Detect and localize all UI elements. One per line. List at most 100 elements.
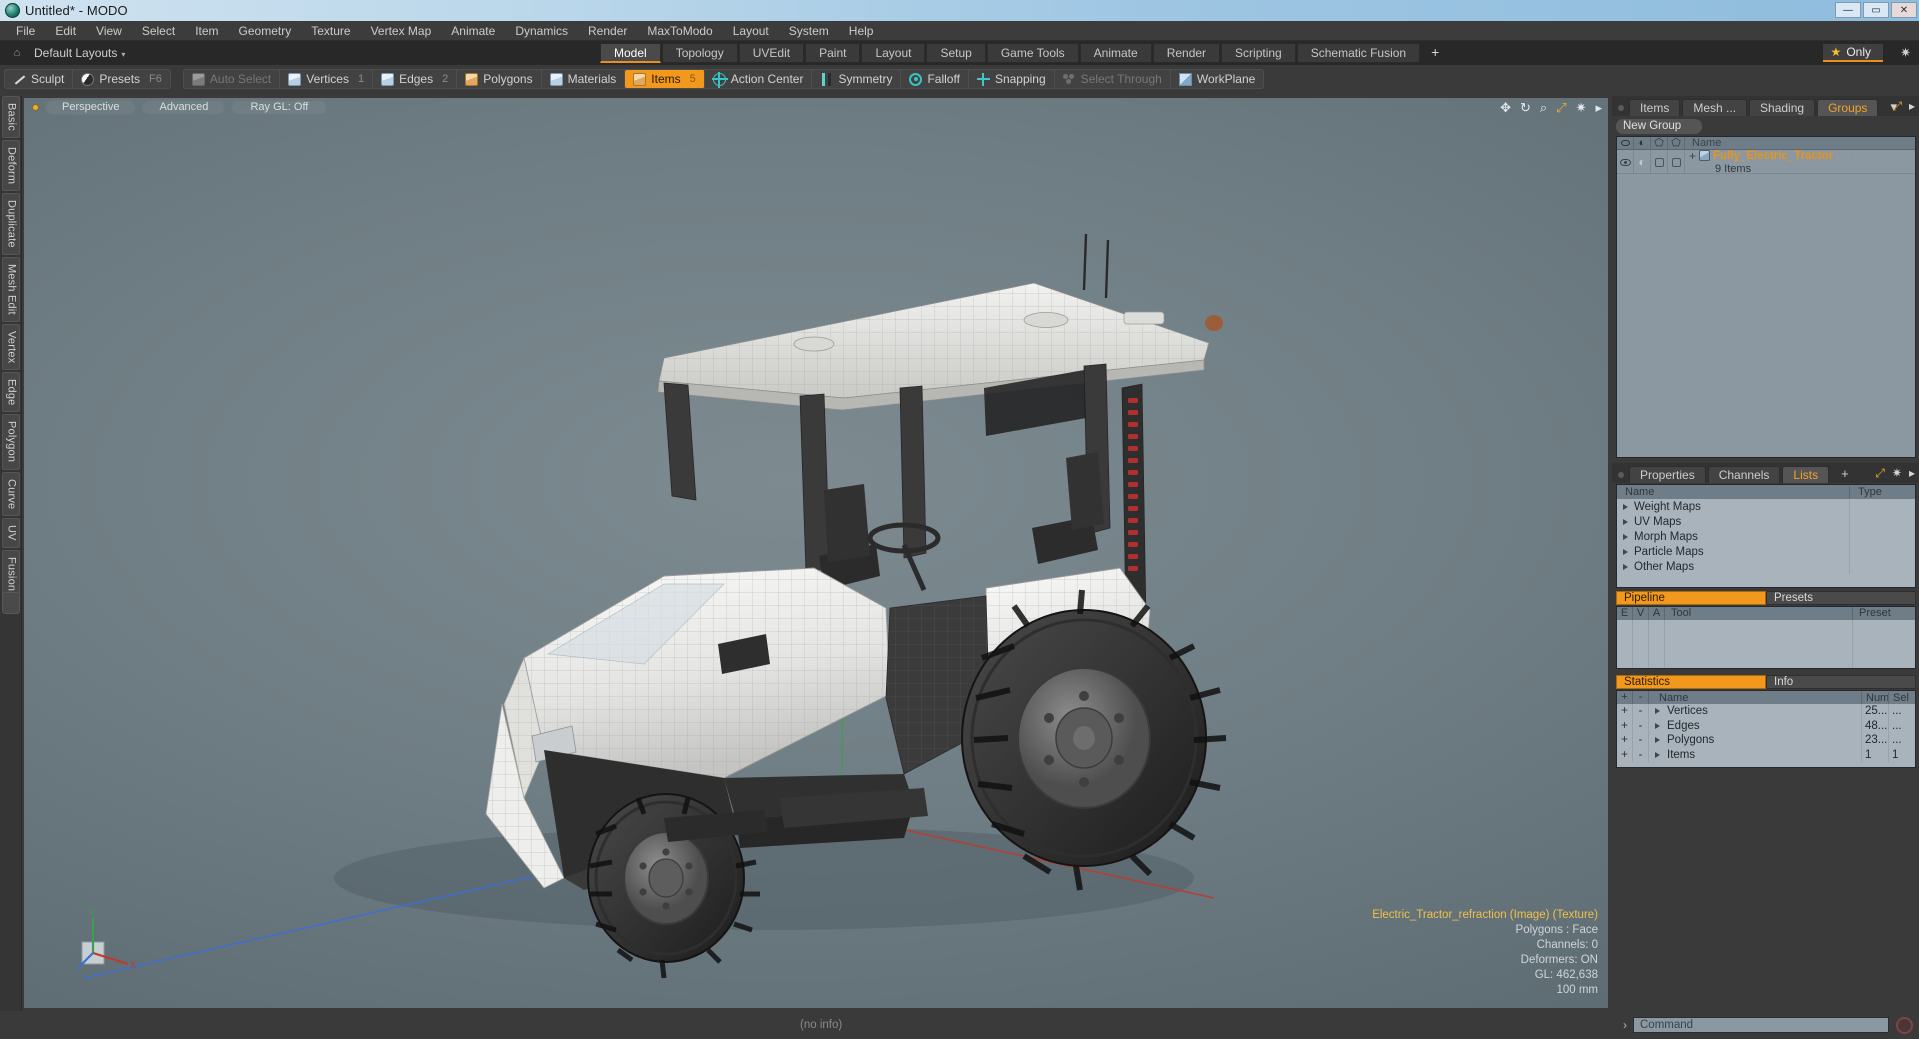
statistics-grid[interactable]: + - Name Num Sel + - Vertices 25...... + - Edg… xyxy=(1616,690,1916,768)
panel-tab-channels[interactable]: Channels xyxy=(1707,466,1781,483)
3d-viewport[interactable]: Perspective Advanced Ray GL: Off ✥ ↻ ⌕ ⤢… xyxy=(24,98,1608,1008)
left-tab-vertex[interactable]: Vertex xyxy=(1,323,20,370)
mode-button-select-through[interactable]: Select Through xyxy=(1055,70,1171,88)
menu-item-view[interactable]: View xyxy=(86,21,132,41)
table-row[interactable]: + - Vertices 25...... xyxy=(1617,704,1915,719)
layout-tab-scripting[interactable]: Scripting xyxy=(1221,43,1296,63)
row-render-toggle[interactable]: ◐ xyxy=(1634,150,1651,174)
group-name[interactable]: Fully_Electric_Tractor xyxy=(1713,150,1833,162)
row-shade-toggle[interactable] xyxy=(1651,150,1668,174)
section-tab-statistics[interactable]: Statistics xyxy=(1616,675,1766,689)
stats-remove-button[interactable]: - xyxy=(1633,733,1649,748)
panel-menu-dot-icon[interactable] xyxy=(1618,105,1624,111)
menu-item-texture[interactable]: Texture xyxy=(301,21,360,41)
expander-triangle-icon[interactable] xyxy=(1655,708,1660,715)
menu-item-item[interactable]: Item xyxy=(185,21,228,41)
layout-tab-animate[interactable]: Animate xyxy=(1079,43,1152,63)
gear-icon[interactable]: ✷ xyxy=(1892,466,1902,481)
layout-tab-setup[interactable]: Setup xyxy=(926,43,986,63)
gear-icon[interactable]: ✷ xyxy=(1576,100,1587,116)
left-tab-mesh-edit[interactable]: Mesh Edit xyxy=(1,256,20,322)
mode-button-symmetry[interactable]: Symmetry xyxy=(812,70,902,88)
left-tab-edge[interactable]: Edge xyxy=(1,371,20,413)
panel-tab-shading[interactable]: Shading xyxy=(1749,99,1816,116)
stats-add-button[interactable]: + xyxy=(1617,747,1633,762)
panel-tab-groups[interactable]: Groups xyxy=(1817,99,1879,116)
stats-add-button[interactable]: + xyxy=(1617,718,1633,733)
menu-item-edit[interactable]: Edit xyxy=(45,21,86,41)
move-icon[interactable]: ✥ xyxy=(1500,100,1511,116)
expander-triangle-icon[interactable] xyxy=(1655,737,1660,744)
list-item[interactable]: Particle Maps xyxy=(1617,544,1915,559)
menu-item-dynamics[interactable]: Dynamics xyxy=(505,21,578,41)
expander-triangle-icon[interactable] xyxy=(1623,533,1628,540)
menu-item-system[interactable]: System xyxy=(779,21,839,41)
expander-triangle-icon[interactable] xyxy=(1655,722,1660,729)
lists-grid[interactable]: Name Type Weight Maps UV Maps Morph Maps Pa… xyxy=(1616,484,1916,588)
list-item[interactable]: Other Maps xyxy=(1617,559,1915,574)
layout-tab-paint[interactable]: Paint xyxy=(805,43,861,63)
rotate-icon[interactable]: ↻ xyxy=(1520,100,1531,116)
new-group-button[interactable]: New Group xyxy=(1616,119,1702,134)
command-input[interactable]: Command xyxy=(1633,1017,1889,1033)
left-tab-fusion[interactable]: Fusion xyxy=(1,549,20,598)
stats-add-button[interactable]: + xyxy=(1617,733,1633,748)
menu-item-vertex-map[interactable]: Vertex Map xyxy=(361,21,442,41)
menu-item-geometry[interactable]: Geometry xyxy=(229,21,302,41)
expander-triangle-icon[interactable] xyxy=(1655,751,1660,758)
panel-tab-properties[interactable]: Properties xyxy=(1629,466,1706,483)
left-strip-extra-button[interactable] xyxy=(2,592,20,614)
panel-tab-items[interactable]: Items xyxy=(1629,99,1681,116)
mode-button-vertices[interactable]: Vertices 1 xyxy=(280,70,374,88)
menu-item-maxtomodo[interactable]: MaxToModo xyxy=(637,21,722,41)
table-row[interactable]: + - Items 1 1 xyxy=(1617,747,1915,762)
section-tab-info[interactable]: Info xyxy=(1766,675,1916,689)
expander-triangle-icon[interactable] xyxy=(1623,518,1628,525)
row-visibility-toggle[interactable] xyxy=(1617,150,1634,174)
stats-remove-button[interactable]: - xyxy=(1633,704,1649,719)
mode-button-action-center[interactable]: Action Center xyxy=(705,70,813,88)
groups-tree[interactable]: ◐ ⬠ ⬠ Name ◐ + Fully_Electric_Tractor (3… xyxy=(1616,136,1916,458)
layout-tab-topology[interactable]: Topology xyxy=(661,43,738,63)
viewport-projection-selector[interactable]: Perspective xyxy=(45,99,137,115)
left-tab-curve[interactable]: Curve xyxy=(1,471,20,516)
viewport-shading-selector[interactable]: Advanced xyxy=(142,99,226,115)
mid-panel-menu-dot-icon[interactable] xyxy=(1618,472,1624,478)
mode-button-snapping[interactable]: Snapping xyxy=(969,70,1055,88)
close-button[interactable]: ✕ xyxy=(1891,2,1917,18)
layout-tab-model[interactable]: Model xyxy=(600,43,661,63)
layout-tab-layout[interactable]: Layout xyxy=(861,43,926,63)
mode-button-materials[interactable]: Materials xyxy=(542,70,626,88)
expander-triangle-icon[interactable] xyxy=(1623,503,1628,510)
left-tab-duplicate[interactable]: Duplicate xyxy=(1,193,20,255)
mode-button-items[interactable]: Items 5 xyxy=(625,70,705,88)
layout-tab-uvedit[interactable]: UVEdit xyxy=(738,43,805,63)
menu-item-layout[interactable]: Layout xyxy=(723,21,779,41)
only-button[interactable]: ★ Only xyxy=(1822,44,1883,62)
add-layout-tab-button[interactable]: + xyxy=(1421,43,1449,63)
left-tab-polygon[interactable]: Polygon xyxy=(1,414,20,470)
menu-item-file[interactable]: File xyxy=(6,21,45,41)
menu-item-help[interactable]: Help xyxy=(839,21,884,41)
left-tab-deform[interactable]: Deform xyxy=(1,139,20,192)
viewport-menu-dot-icon[interactable] xyxy=(32,103,39,111)
panel-tab-mesh[interactable]: Mesh ... xyxy=(1682,99,1748,116)
mode-button-sculpt[interactable]: Sculpt xyxy=(5,70,74,88)
table-row[interactable]: ◐ + Fully_Electric_Tractor (3) ... 9 Ite… xyxy=(1617,149,1915,175)
layout-tab-schematic-fusion[interactable]: Schematic Fusion xyxy=(1296,43,1421,63)
expander-triangle-icon[interactable] xyxy=(1623,548,1628,555)
section-tab-presets[interactable]: Presets xyxy=(1766,591,1916,605)
menu-item-render[interactable]: Render xyxy=(578,21,637,41)
mode-button-auto-select[interactable]: Auto Select xyxy=(184,70,281,88)
mode-button-presets[interactable]: Presets F6 xyxy=(73,70,170,88)
maximize-button[interactable]: ▭ xyxy=(1863,2,1889,18)
panel-tab-lists[interactable]: Lists xyxy=(1782,466,1830,483)
chevron-right-icon[interactable]: ▸ xyxy=(1909,466,1915,481)
mode-button-edges[interactable]: Edges 2 xyxy=(373,70,458,88)
menu-item-animate[interactable]: Animate xyxy=(441,21,505,41)
stats-add-button[interactable]: + xyxy=(1617,704,1633,719)
chevron-right-icon[interactable]: ▸ xyxy=(1595,100,1602,116)
left-tab-uv[interactable]: UV xyxy=(1,517,20,548)
mode-button-polygons[interactable]: Polygons xyxy=(457,70,542,88)
list-item[interactable]: Weight Maps xyxy=(1617,499,1915,514)
